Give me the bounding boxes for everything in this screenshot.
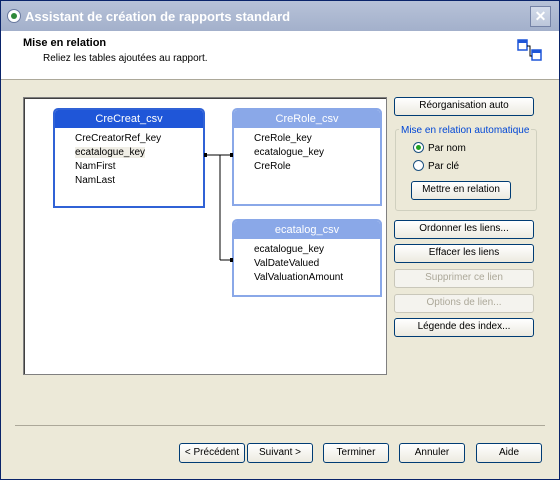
radio-label: Par clé [428, 161, 460, 172]
link-end-marker [230, 153, 233, 157]
wizard-header: Mise en relation Reliez les tables ajout… [1, 31, 559, 80]
link-tables-icon [517, 39, 542, 61]
cancel-button[interactable]: Annuler [399, 443, 465, 463]
link-button[interactable]: Mettre en relation [411, 181, 511, 200]
auto-arrange-button[interactable]: Réorganisation auto [394, 97, 534, 116]
radio-by-key[interactable]: Par clé [413, 160, 459, 174]
radio-label: Par nom [428, 143, 466, 154]
window-title: Assistant de création de rapports standa… [25, 9, 291, 24]
index-legend-button[interactable]: Légende des index... [394, 318, 534, 337]
page-subtitle: Reliez les tables ajoutées au rapport. [43, 53, 208, 64]
order-links-button[interactable]: Ordonner les liens... [394, 220, 534, 239]
radio-checked-icon[interactable] [413, 142, 424, 153]
finish-button[interactable]: Terminer [323, 443, 389, 463]
radio-by-name[interactable]: Par nom [413, 142, 466, 156]
radio-unchecked-icon[interactable] [413, 160, 424, 171]
app-icon [7, 9, 21, 23]
delete-link-button: Supprimer ce lien [394, 269, 534, 288]
clear-links-button[interactable]: Effacer les liens [394, 244, 534, 263]
link-canvas[interactable]: CreCreat_csv CreCreatorRef_key ecatalogu… [23, 97, 387, 375]
link-end-marker [230, 258, 233, 262]
next-button[interactable]: Suivant > [247, 443, 313, 463]
previous-button[interactable]: < Précédent [179, 443, 245, 463]
link-lines [204, 153, 233, 262]
title-bar[interactable]: Assistant de création de rapports standa… [1, 1, 559, 31]
close-button[interactable]: ✕ [530, 6, 551, 27]
auto-link-legend: Mise en relation automatique [399, 125, 532, 136]
link-options-button: Options de lien... [394, 294, 534, 313]
page-title: Mise en relation [23, 37, 107, 49]
link-end-marker [204, 153, 207, 157]
wizard-window: Assistant de création de rapports standa… [0, 0, 560, 480]
footer-divider [15, 425, 545, 426]
help-button[interactable]: Aide [476, 443, 542, 463]
